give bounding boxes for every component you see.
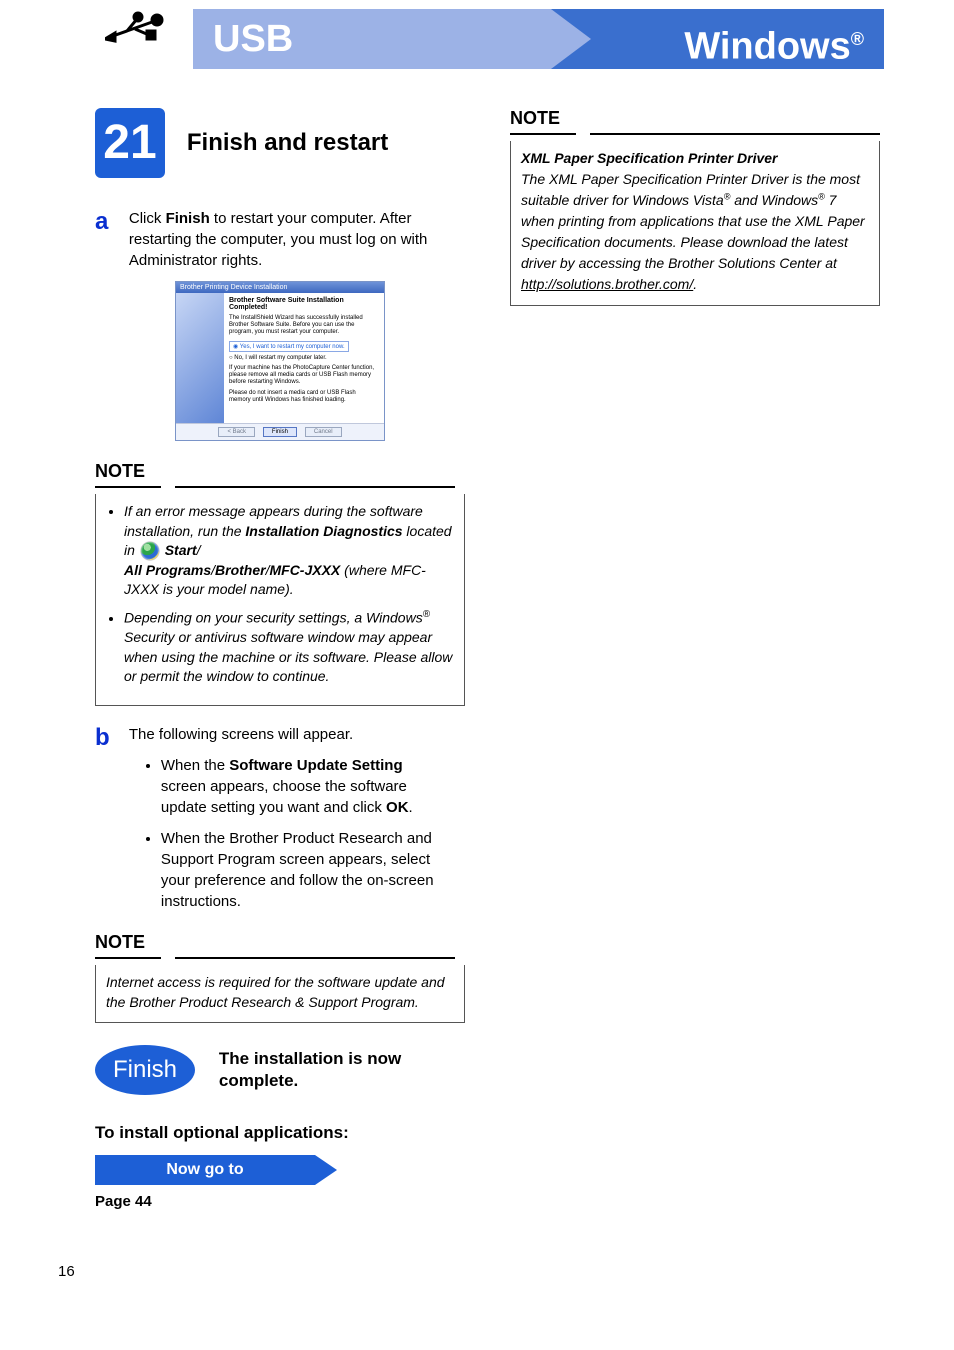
substep-a-body: Click Finish to restart your computer. A… <box>129 208 449 271</box>
sb-b1-bold1: Software Update Setting <box>229 757 402 774</box>
n1b1-bold5: MFC-JXXX <box>269 562 340 578</box>
substep-a-letter: a <box>95 208 125 236</box>
n1b1-bold3: All Programs <box>124 562 211 578</box>
note-2-box: Internet access is required for the soft… <box>95 965 465 1023</box>
note-2-text: Internet access is required for the soft… <box>106 974 445 1010</box>
header-row: USB Windows® <box>0 9 954 69</box>
finish-complete-text: The installation is now complete. <box>219 1048 439 1092</box>
note-1-bullet-1: If an error message appears during the s… <box>124 502 454 600</box>
finish-row: Finish The installation is now complete. <box>95 1045 465 1095</box>
goto-arrow-tip <box>315 1155 337 1185</box>
note-right-label: NOTE <box>510 108 880 129</box>
n1b1-bold2: Start <box>165 542 197 558</box>
step-header: 21 Finish and restart <box>95 108 465 178</box>
os-label-text: Windows <box>684 26 850 68</box>
n1b2-post: Security or antivirus software window ma… <box>124 629 452 684</box>
n1b2-reg: ® <box>423 609 430 620</box>
usb-label: USB <box>193 9 551 69</box>
header-notch <box>551 9 591 69</box>
page-number: 16 <box>58 1263 75 1280</box>
note-2-label: NOTE <box>95 932 465 953</box>
dialog-radio2-label: No, I will restart my computer later. <box>234 355 326 361</box>
substep-b-letter: b <box>95 724 125 752</box>
dialog-back-button[interactable]: < Back <box>218 427 255 437</box>
n1b2-pre: Depending on your security settings, a W… <box>124 610 423 626</box>
os-label: Windows® <box>551 9 884 69</box>
substep-b-body: The following screens will appear. When … <box>129 724 449 922</box>
solutions-link[interactable]: http://solutions.brother.com/ <box>521 276 693 292</box>
usb-icon <box>105 9 165 69</box>
substep-b-intro: The following screens will appear. <box>129 726 353 743</box>
nr-b4: . <box>693 276 697 292</box>
note-1-rule <box>95 486 465 488</box>
dialog-radio-restart-later[interactable]: ○ No, I will restart my computer later. <box>229 355 379 361</box>
note-right: NOTE XML Paper Specification Printer Dri… <box>510 108 880 306</box>
dialog-radio-restart-now[interactable]: ◉ Yes, I want to restart my computer now… <box>229 341 349 352</box>
note-1-bullet-2: Depending on your security settings, a W… <box>124 608 454 687</box>
n1b1-s1: / <box>197 542 201 558</box>
note-2-rule <box>95 957 465 959</box>
sb-b1-bold2: OK <box>386 799 409 816</box>
substep-b-bullet-1: When the Software Update Setting screen … <box>161 755 449 818</box>
dialog-body1: The InstallShield Wizard has successfull… <box>229 315 379 337</box>
start-orb-icon <box>141 542 159 560</box>
n1b1-bold1: Installation Diagnostics <box>245 523 402 539</box>
sb-b1-post: . <box>409 799 413 816</box>
dialog-body2: If your machine has the PhotoCapture Cen… <box>229 365 379 387</box>
install-dialog: Brother Printing Device Installation Bro… <box>175 281 385 441</box>
nr-reg2: ® <box>818 191 825 201</box>
dialog-radio1-label: Yes, I want to restart my computer now. <box>240 344 345 350</box>
dialog-main: Brother Software Suite Installation Comp… <box>224 293 384 423</box>
dialog-buttons: < Back Finish Cancel <box>176 423 384 440</box>
sb-b1-pre: When the <box>161 757 229 774</box>
note-2: NOTE Internet access is required for the… <box>95 932 465 1023</box>
dialog-cancel-button[interactable]: Cancel <box>305 427 342 437</box>
dialog-body3: Please do not insert a media card or USB… <box>229 390 379 404</box>
dialog-side-graphic <box>176 293 224 423</box>
note-right-title: XML Paper Specification Printer Driver <box>521 149 869 169</box>
sb-b1-mid: screen appears, choose the software upda… <box>161 778 407 816</box>
goto-arrow-label: Now go to <box>95 1155 315 1185</box>
nr-b2: and Windows <box>730 192 818 208</box>
substep-a: a Click Finish to restart your computer.… <box>95 208 465 271</box>
step-number: 21 <box>95 108 165 178</box>
goto-page: Page 44 <box>95 1193 465 1210</box>
left-column: 21 Finish and restart a Click Finish to … <box>95 108 465 1210</box>
dialog-titlebar: Brother Printing Device Installation <box>176 282 384 293</box>
optional-heading: To install optional applications: <box>95 1123 465 1143</box>
substep-a-pre: Click <box>129 210 166 227</box>
substep-a-bold: Finish <box>166 210 210 227</box>
finish-oval: Finish <box>95 1045 195 1095</box>
n1b1-bold4: Brother <box>215 562 266 578</box>
dialog-body: Brother Software Suite Installation Comp… <box>176 293 384 423</box>
note-right-body: The XML Paper Specification Printer Driv… <box>521 169 869 295</box>
note-right-rule <box>510 133 880 135</box>
dialog-finish-button[interactable]: Finish <box>263 427 297 437</box>
dialog-heading: Brother Software Suite Installation Comp… <box>229 297 379 311</box>
right-column: NOTE XML Paper Specification Printer Dri… <box>510 108 880 324</box>
goto-arrow: Now go to <box>95 1155 355 1185</box>
substep-b-bullet-2: When the Brother Product Research and Su… <box>161 828 449 912</box>
os-reg: ® <box>851 29 864 49</box>
substep-b: b The following screens will appear. Whe… <box>95 724 465 922</box>
note-1-label: NOTE <box>95 461 465 482</box>
step-title: Finish and restart <box>187 129 388 157</box>
note-1: NOTE If an error message appears during … <box>95 461 465 706</box>
note-1-box: If an error message appears during the s… <box>95 494 465 706</box>
note-right-box: XML Paper Specification Printer Driver T… <box>510 141 880 306</box>
